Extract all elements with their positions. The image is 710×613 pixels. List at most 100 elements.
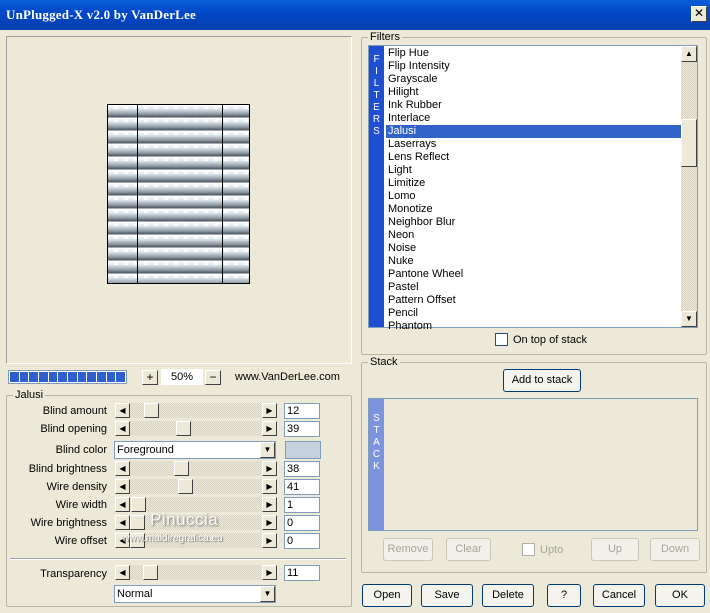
filter-item[interactable]: Monotize — [386, 203, 682, 216]
transparency-label: Transparency — [40, 568, 107, 580]
delete-button[interactable]: Delete — [482, 584, 534, 607]
progress-segment — [19, 372, 29, 382]
scroll-up-icon[interactable]: ▲ — [681, 46, 697, 62]
filter-item[interactable]: Flip Intensity — [386, 60, 682, 73]
filter-item[interactable]: Nuke — [386, 255, 682, 268]
clear-button[interactable]: Clear — [446, 538, 491, 561]
blind-amount-slider[interactable] — [130, 403, 262, 418]
upto-checkbox[interactable] — [522, 543, 535, 556]
blind-opening-slider[interactable] — [130, 421, 262, 436]
slider-right-arrow-icon[interactable]: ▶ — [262, 461, 277, 476]
filter-item[interactable]: Neighbor Blur — [386, 216, 682, 229]
filter-item[interactable]: Jalusi — [386, 125, 682, 138]
strip-letter: S — [373, 413, 380, 424]
slider-left-arrow-icon[interactable]: ◀ — [115, 479, 130, 494]
slider-right-arrow-icon[interactable]: ▶ — [262, 403, 277, 418]
wire-density-value[interactable]: 41 — [284, 479, 320, 495]
filters-list[interactable]: FILTERS Flip Hue Flip Intensity Grayscale H… — [368, 45, 698, 332]
window-title: UnPlugged-X v2.0 by VanDerLee — [6, 7, 196, 22]
slider-thumb[interactable] — [176, 421, 191, 436]
filter-item[interactable]: Ink Rubber — [386, 99, 682, 112]
strip-letter: R — [372, 114, 381, 125]
filter-item[interactable]: Pattern Offset — [386, 294, 682, 307]
strip-letter: I — [375, 66, 378, 77]
filter-item[interactable]: Pencil — [386, 307, 682, 320]
slider-right-arrow-icon[interactable]: ▶ — [262, 565, 277, 580]
remove-button[interactable]: Remove — [383, 538, 433, 561]
progress-segment — [87, 372, 97, 382]
blind-opening-label: Blind opening — [40, 423, 107, 435]
blend-mode-select[interactable]: Normal ▼ — [114, 585, 276, 603]
slider-thumb[interactable] — [131, 497, 146, 512]
filter-item[interactable]: Hilight — [386, 86, 682, 99]
slider-right-arrow-icon[interactable]: ▶ — [262, 479, 277, 494]
slider-right-arrow-icon[interactable]: ▶ — [262, 533, 277, 548]
filter-item[interactable]: Lomo — [386, 190, 682, 203]
down-button[interactable]: Down — [650, 538, 700, 561]
zoom-in-button[interactable]: + — [142, 370, 158, 385]
stack-list[interactable]: STACK — [368, 398, 698, 531]
filter-item[interactable]: Phantom — [386, 320, 682, 333]
zoom-level: 50% — [161, 369, 203, 385]
slider-thumb[interactable] — [178, 479, 193, 494]
blind-color-select[interactable]: Foreground ▼ — [114, 441, 276, 459]
filter-item[interactable]: Neon — [386, 229, 682, 242]
progress-segment — [106, 372, 116, 382]
scroll-thumb[interactable] — [681, 119, 697, 167]
wire-width-value[interactable]: 1 — [284, 497, 320, 513]
filter-item[interactable]: Lens Reflect — [386, 151, 682, 164]
wire-density-slider[interactable] — [130, 479, 262, 494]
ok-button[interactable]: OK — [655, 584, 705, 607]
filters-scrollbar[interactable]: ▲ ▼ — [681, 46, 697, 327]
strip-letter: T — [373, 90, 380, 101]
zoom-out-button[interactable]: − — [205, 370, 221, 385]
filter-item[interactable]: Limitize — [386, 177, 682, 190]
filter-item[interactable]: Interlace — [386, 112, 682, 125]
slider-left-arrow-icon[interactable]: ◀ — [115, 421, 130, 436]
transparency-value[interactable]: 11 — [284, 565, 320, 581]
save-button[interactable]: Save — [421, 584, 473, 607]
close-icon[interactable]: ✕ — [691, 6, 707, 22]
website-link[interactable]: www.VanDerLee.com — [235, 371, 340, 383]
slider-thumb[interactable] — [143, 565, 158, 580]
chevron-down-icon[interactable]: ▼ — [260, 442, 275, 458]
wire-offset-value[interactable]: 0 — [284, 533, 320, 549]
slider-right-arrow-icon[interactable]: ▶ — [262, 421, 277, 436]
filter-item[interactable]: Laserrays — [386, 138, 682, 151]
filter-item[interactable]: Noise — [386, 242, 682, 255]
on-top-checkbox[interactable] — [495, 333, 508, 346]
help-button[interactable]: ? — [547, 584, 581, 607]
slider-thumb[interactable] — [130, 515, 145, 530]
slider-left-arrow-icon[interactable]: ◀ — [115, 461, 130, 476]
slider-thumb[interactable] — [174, 461, 189, 476]
slider-right-arrow-icon[interactable]: ▶ — [262, 515, 277, 530]
cancel-button[interactable]: Cancel — [593, 584, 645, 607]
slider-left-arrow-icon[interactable]: ◀ — [115, 403, 130, 418]
transparency-slider[interactable] — [130, 565, 262, 580]
scroll-down-icon[interactable]: ▼ — [681, 311, 697, 327]
add-to-stack-button[interactable]: Add to stack — [503, 369, 581, 392]
filter-item[interactable]: Light — [386, 164, 682, 177]
filter-item[interactable]: Pantone Wheel — [386, 268, 682, 281]
slider-right-arrow-icon[interactable]: ▶ — [262, 497, 277, 512]
blind-amount-value[interactable]: 12 — [284, 403, 320, 419]
slider-thumb[interactable] — [144, 403, 159, 418]
strip-letter: K — [373, 461, 380, 472]
slider-left-arrow-icon[interactable]: ◀ — [115, 515, 130, 530]
progress-segment — [39, 372, 48, 382]
filter-item[interactable]: Flip Hue — [386, 47, 682, 60]
blind-color-swatch[interactable] — [285, 441, 321, 459]
chevron-down-icon[interactable]: ▼ — [260, 586, 275, 602]
wire-brightness-value[interactable]: 0 — [284, 515, 320, 531]
up-button[interactable]: Up — [591, 538, 639, 561]
slider-left-arrow-icon[interactable]: ◀ — [115, 497, 130, 512]
filter-item[interactable]: Grayscale — [386, 73, 682, 86]
blind-brightness-value[interactable]: 38 — [284, 461, 320, 477]
strip-letter: E — [373, 102, 380, 113]
blind-opening-value[interactable]: 39 — [284, 421, 320, 437]
slider-left-arrow-icon[interactable]: ◀ — [115, 565, 130, 580]
blind-brightness-slider[interactable] — [130, 461, 262, 476]
upto-label: Upto — [540, 544, 564, 556]
open-button[interactable]: Open — [362, 584, 412, 607]
filter-item[interactable]: Pastel — [386, 281, 682, 294]
